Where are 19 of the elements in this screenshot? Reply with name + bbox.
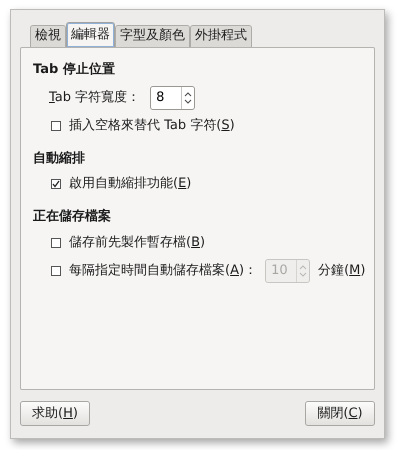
tab[interactable]: 檢視 [30, 25, 66, 47]
section-heading: 自動縮排 [33, 150, 86, 168]
section-heading: 正在儲存檔案 [33, 208, 112, 226]
spin-arrows-icon[interactable] [181, 86, 194, 108]
tab[interactable]: 編輯器 [66, 22, 115, 47]
checkbox-label[interactable]: 插入空格來替代 Tab 字符(S) [69, 116, 235, 136]
checkbox[interactable] [51, 120, 61, 130]
dialog-button[interactable]: 關閉(C) [305, 401, 375, 426]
field-label: Tab 字符寬度： [49, 88, 140, 107]
checkbox-label[interactable]: 儲存前先製作暫存檔(B) [69, 232, 206, 252]
unit-label: 分鐘(M) [318, 262, 366, 280]
dialog-button[interactable]: 求助(H) [20, 401, 90, 426]
tab[interactable]: 字型及顏色 [115, 25, 190, 47]
spin-field[interactable]: 8 [150, 86, 196, 110]
checkbox[interactable] [51, 179, 61, 189]
checkbox-label[interactable]: 啟用自動縮排功能(E) [69, 174, 192, 194]
tab[interactable]: 外掛程式 [190, 25, 252, 47]
checkbox[interactable] [51, 238, 61, 248]
section-heading: Tab 停止位置 [33, 61, 116, 79]
